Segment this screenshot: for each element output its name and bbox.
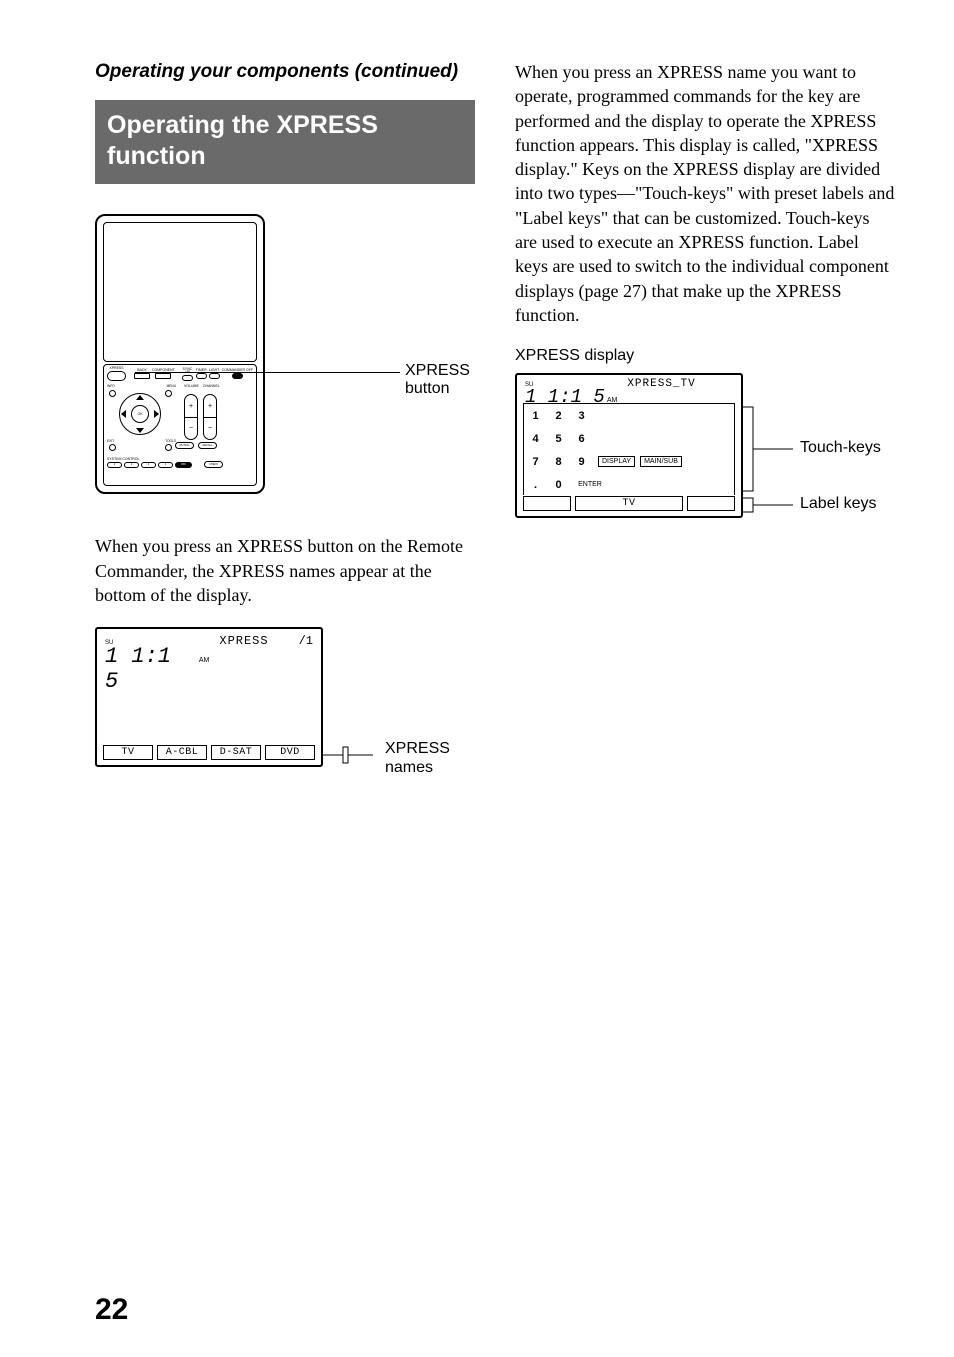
page-number: 22 [95,1293,128,1327]
sys-4-button[interactable]: 4 [158,462,173,468]
key-2[interactable]: 2 [547,410,570,422]
info-label: INFO [107,384,115,388]
key-9[interactable]: 9 [570,456,593,468]
key-5[interactable]: 5 [547,433,570,445]
muting-button[interactable]: MUTING [175,442,194,449]
menu-button[interactable] [165,390,172,397]
lcd2-title: XPRESS_TV [627,378,695,390]
xpress-button[interactable] [107,371,126,381]
paragraph-right: When you press an XPRESS name you want t… [515,60,895,327]
lcd1-tab-tv[interactable]: TV [103,745,153,760]
timer-button[interactable] [196,373,207,379]
xpress-btn-label: XPRESS [109,367,123,371]
mainsub-touch-key[interactable]: MAIN/SUB [640,456,682,467]
syncup-label: SYNC UP [181,368,194,375]
channel-label: CHANNEL [203,384,217,388]
back-button[interactable] [134,373,150,379]
lcd1-page: /1 [299,634,313,648]
right-arrow-icon[interactable] [154,410,159,418]
syncup-button[interactable] [182,375,193,381]
key-1[interactable]: 1 [524,410,547,422]
xpress-names-callout: XPRESS names [385,739,475,777]
volume-label: VOLUME [184,384,198,388]
light-button[interactable] [209,373,220,379]
label-keys-callout: Label keys [800,495,877,513]
volume-rocker[interactable]: +− [184,394,198,440]
info-button[interactable] [109,390,116,397]
exit-label: EXIT [107,439,114,443]
remote-figure: XPRESS BACK COMPONENT SYNC UP TIMER LIGH… [95,214,475,514]
key-3[interactable]: 3 [570,410,593,422]
xpress-display-caption: XPRESS display [515,347,895,365]
section-title-bar: Operating the XPRESS function [95,100,475,185]
channel-rocker[interactable]: +− [203,394,217,440]
tools-label: TOOLS [165,439,176,443]
lcd1-time: 1 1:1 5 [105,644,197,694]
key-dot[interactable]: . [524,479,547,491]
key-6[interactable]: 6 [570,433,593,445]
commander-off-button[interactable] [232,373,243,379]
recall-button[interactable]: RECALL [198,442,217,449]
check-button[interactable]: CHECK [204,461,223,468]
exit-button[interactable] [109,444,116,451]
lcd-figure-2: SU 1 1:1 5 AM XPRESS_TV 1 2 3 [515,373,895,533]
lcd2-label-tab-left[interactable] [523,496,571,511]
left-arrow-icon[interactable] [121,410,126,418]
lcd1-tab-dsat[interactable]: D-SAT [211,745,261,760]
key-enter[interactable]: ENTER [570,481,610,488]
xpress-button-callout: XPRESS button [405,362,475,398]
paragraph-1: When you press an XPRESS button on the R… [95,534,475,607]
down-arrow-icon[interactable] [136,428,144,433]
component-button[interactable] [155,373,171,379]
continued-heading: Operating your components (continued) [95,60,475,84]
sys-3-button[interactable]: 3 [141,462,156,468]
key-8[interactable]: 8 [547,456,570,468]
touch-keys-callout: Touch-keys [800,439,881,457]
sys-off-button[interactable]: OFF [175,462,192,468]
lcd1-tab-acbl[interactable]: A-CBL [157,745,207,760]
tools-button[interactable] [165,444,172,451]
key-7[interactable]: 7 [524,456,547,468]
display-touch-key[interactable]: DISPLAY [598,456,635,467]
lcd2-label-tab-right[interactable] [687,496,735,511]
lcd-figure-1: SU 1 1:1 5 AM XPRESS /1 TV A-CBL D-SAT D… [95,627,475,787]
key-4[interactable]: 4 [524,433,547,445]
sys-1-button[interactable]: 1 [107,462,122,468]
menu-label: MENU [167,384,176,388]
lcd1-ampm: AM [199,657,210,664]
lcd2-label-tab-tv[interactable]: TV [575,496,683,511]
key-0[interactable]: 0 [547,479,570,491]
up-arrow-icon[interactable] [136,395,144,400]
dpad[interactable]: INFO MENU OK EXIT TOOLS [107,384,172,454]
lcd1-tab-dvd[interactable]: DVD [265,745,315,760]
lcd1-title: XPRESS [219,634,268,648]
sys-2-button[interactable]: 2 [124,462,139,468]
